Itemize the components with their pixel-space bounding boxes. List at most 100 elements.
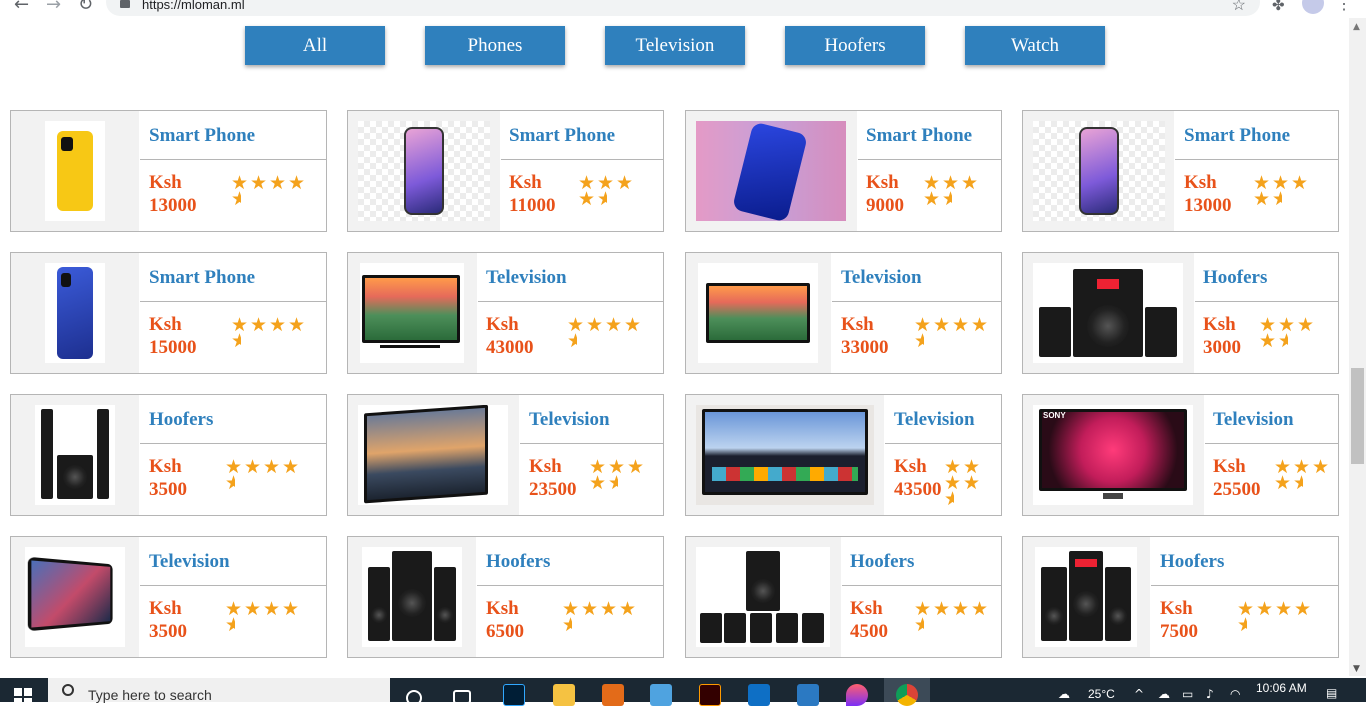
product-card[interactable]: Smart Phone Ksh 11000 ★ ★ ★ ★ ★	[347, 110, 664, 232]
tray-chevron-icon[interactable]: ^	[1134, 687, 1144, 701]
product-image[interactable]	[1033, 263, 1183, 363]
product-title[interactable]: Hoofers	[486, 551, 550, 573]
product-title[interactable]: Smart Phone	[866, 125, 972, 147]
video-editor-icon[interactable]	[797, 684, 819, 706]
filter-all-button[interactable]: All	[245, 26, 385, 65]
scroll-thumb[interactable]	[1351, 368, 1364, 464]
product-card[interactable]: Television Ksh 3500 ★ ★ ★ ★ ★	[10, 536, 327, 658]
product-image[interactable]	[45, 263, 105, 363]
product-image[interactable]: SONY	[1033, 405, 1193, 505]
product-image[interactable]	[35, 405, 115, 505]
address-bar[interactable]: https://mloman.ml ☆	[106, 0, 1260, 16]
bookmark-star-icon[interactable]: ☆	[1232, 0, 1246, 15]
product-title[interactable]: Television	[894, 409, 975, 431]
product-card[interactable]: Hoofers Ksh 3500 ★ ★ ★ ★ ★	[10, 394, 327, 516]
product-title[interactable]: Television	[841, 267, 922, 289]
product-card[interactable]: Hoofers Ksh 7500 ★ ★ ★ ★ ★	[1022, 536, 1339, 658]
product-card[interactable]: Smart Phone Ksh 15000 ★ ★ ★ ★ ★	[10, 252, 327, 374]
weather-temperature[interactable]: 25°C	[1088, 687, 1115, 701]
card-divider	[1151, 585, 1338, 586]
product-image[interactable]	[358, 405, 508, 505]
product-card[interactable]: Hoofers Ksh 6500 ★ ★ ★ ★ ★	[347, 536, 664, 658]
photoshop-icon[interactable]	[503, 684, 525, 706]
vscode-icon[interactable]	[748, 684, 770, 706]
product-image-area	[1023, 111, 1174, 231]
browser-menu-icon[interactable]: ⋮	[1336, 0, 1352, 14]
star-icon: ★	[961, 172, 979, 194]
wifi-icon[interactable]: ◠	[1230, 687, 1240, 701]
product-card[interactable]: Smart Phone Ksh 9000 ★ ★ ★ ★ ★	[685, 110, 1002, 232]
product-title[interactable]: Hoofers	[850, 551, 914, 573]
onedrive-icon[interactable]: ☁	[1158, 687, 1170, 701]
product-title[interactable]: Television	[486, 267, 567, 289]
product-rating: ★ ★ ★ ★ ★	[578, 172, 635, 209]
star-icon: ★	[608, 456, 626, 478]
product-card[interactable]: Television Ksh 43000 ★ ★ ★ ★ ★	[347, 252, 664, 374]
price-currency: Ksh	[1160, 598, 1193, 619]
cortana-icon[interactable]	[406, 690, 422, 706]
product-image-area	[686, 395, 884, 515]
taskbar-clock[interactable]: 10:06 AM	[1256, 681, 1307, 695]
product-image[interactable]	[696, 121, 846, 221]
photos-icon[interactable]	[650, 684, 672, 706]
product-title[interactable]: Smart Phone	[149, 125, 255, 147]
product-price: Ksh 13000	[1184, 171, 1232, 217]
product-image[interactable]	[1033, 121, 1165, 221]
product-card[interactable]: Hoofers Ksh 3000 ★ ★ ★ ★ ★	[1022, 252, 1339, 374]
reload-icon[interactable]: ↻	[78, 0, 93, 15]
star-icon: ★	[605, 314, 623, 336]
taskbar-search-box[interactable]: Type here to search	[48, 678, 390, 703]
filter-hoofers-button[interactable]: Hoofers	[785, 26, 925, 65]
network-adapter-icon[interactable]: ▭	[1182, 687, 1193, 701]
product-image[interactable]	[362, 547, 462, 647]
scroll-down-arrow-icon[interactable]: ▼	[1353, 664, 1360, 674]
paint-app-icon[interactable]	[846, 684, 868, 706]
product-card[interactable]: Hoofers Ksh 4500 ★ ★ ★ ★ ★	[685, 536, 1002, 658]
back-icon[interactable]: ←	[14, 0, 29, 15]
product-image[interactable]	[25, 547, 125, 647]
illustrator-icon[interactable]	[699, 684, 721, 706]
product-image[interactable]	[1035, 547, 1137, 647]
product-title[interactable]: Television	[1213, 409, 1294, 431]
product-image[interactable]	[360, 263, 464, 363]
sublime-text-icon[interactable]	[602, 684, 624, 706]
filter-television-button[interactable]: Television	[605, 26, 745, 65]
product-title[interactable]: Hoofers	[1160, 551, 1224, 573]
product-title[interactable]: Hoofers	[149, 409, 213, 431]
product-card[interactable]: Television Ksh 33000 ★ ★ ★ ★ ★	[685, 252, 1002, 374]
profile-avatar[interactable]	[1302, 0, 1324, 14]
product-title[interactable]: Television	[529, 409, 610, 431]
product-image[interactable]	[698, 263, 818, 363]
star-icon: ★	[1274, 472, 1292, 494]
product-image-area	[11, 111, 139, 231]
windows-start-icon[interactable]	[14, 688, 32, 706]
filter-phones-button[interactable]: Phones	[425, 26, 565, 65]
page-scrollbar[interactable]: ▲ ▼	[1349, 18, 1366, 676]
product-title[interactable]: Smart Phone	[1184, 125, 1290, 147]
star-icon: ★	[616, 172, 634, 194]
product-title[interactable]: Hoofers	[1203, 267, 1267, 289]
extensions-icon[interactable]: ✤	[1272, 0, 1285, 14]
product-image[interactable]	[696, 405, 874, 505]
notifications-icon[interactable]: ▤	[1326, 686, 1337, 700]
product-card[interactable]: Television Ksh 23500 ★ ★ ★ ★ ★	[347, 394, 664, 516]
product-image[interactable]	[696, 547, 830, 647]
product-card[interactable]: Smart Phone Ksh 13000 ★ ★ ★ ★ ★	[1022, 110, 1339, 232]
forward-icon[interactable]: →	[46, 0, 61, 15]
product-card[interactable]: Smart Phone Ksh 13000 ★ ★ ★ ★ ★	[10, 110, 327, 232]
product-title[interactable]: Smart Phone	[149, 267, 255, 289]
scroll-up-arrow-icon[interactable]: ▲	[1353, 22, 1360, 32]
product-card[interactable]: Television Ksh 43500 ★ ★ ★ ★ ★	[685, 394, 1002, 516]
weather-icon[interactable]: ☁	[1058, 687, 1070, 701]
product-image[interactable]	[45, 121, 105, 221]
product-title[interactable]: Television	[149, 551, 230, 573]
volume-icon[interactable]: ♪	[1206, 687, 1214, 701]
half-star-icon: ★	[914, 617, 924, 633]
product-title[interactable]: Smart Phone	[509, 125, 615, 147]
chrome-icon[interactable]	[896, 684, 918, 706]
filter-watch-button[interactable]: Watch	[965, 26, 1105, 65]
product-image[interactable]	[358, 121, 490, 221]
file-explorer-icon[interactable]	[553, 684, 575, 706]
price-currency: Ksh	[486, 598, 519, 619]
product-card[interactable]: SONY Television Ksh 25500 ★ ★ ★ ★ ★	[1022, 394, 1339, 516]
